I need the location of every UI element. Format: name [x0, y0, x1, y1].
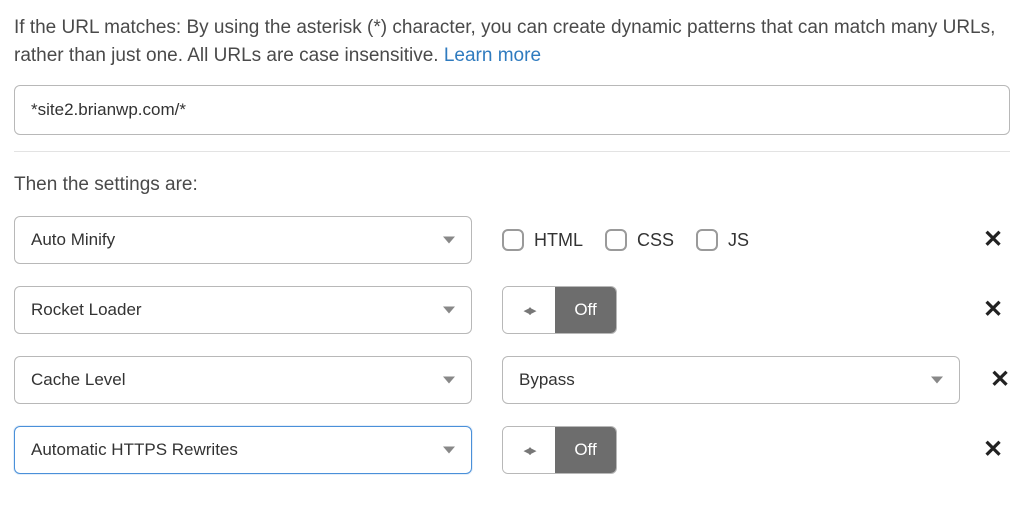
caret-down-icon	[443, 447, 455, 454]
checkbox-label: JS	[728, 230, 749, 251]
remove-setting-icon[interactable]: ✕	[983, 438, 1003, 462]
value-select-label: Bypass	[519, 370, 575, 389]
toggle-auto-https-rewrites[interactable]: ◂▸ Off	[502, 426, 617, 474]
setting-select-label: Auto Minify	[31, 230, 115, 249]
toggle-state-label: Off	[555, 427, 616, 473]
setting-select-label: Rocket Loader	[31, 300, 142, 319]
setting-row: Auto Minify HTML CSS JS ✕	[14, 216, 1010, 264]
caret-down-icon	[443, 237, 455, 244]
setting-select-label: Automatic HTTPS Rewrites	[31, 440, 238, 459]
remove-setting-icon[interactable]: ✕	[983, 228, 1003, 252]
checkbox-box-icon	[696, 229, 718, 251]
setting-select-rocket-loader[interactable]: Rocket Loader	[14, 286, 472, 334]
setting-select-label: Cache Level	[31, 370, 126, 389]
toggle-arrows-icon: ◂▸	[523, 441, 534, 459]
remove-setting-icon[interactable]: ✕	[983, 298, 1003, 322]
checkbox-box-icon	[605, 229, 627, 251]
checkbox-js[interactable]: JS	[696, 229, 749, 251]
toggle-rocket-loader[interactable]: ◂▸ Off	[502, 286, 617, 334]
minify-checkboxes: HTML CSS JS	[502, 229, 749, 251]
remove-setting-icon[interactable]: ✕	[990, 368, 1010, 392]
caret-down-icon	[443, 307, 455, 314]
setting-select-auto-https-rewrites[interactable]: Automatic HTTPS Rewrites	[14, 426, 472, 474]
checkbox-box-icon	[502, 229, 524, 251]
divider	[14, 151, 1010, 152]
learn-more-link[interactable]: Learn more	[444, 45, 541, 66]
setting-row: Cache Level Bypass ✕	[14, 356, 1010, 404]
value-select-cache-level[interactable]: Bypass	[502, 356, 960, 404]
setting-row: Automatic HTTPS Rewrites ◂▸ Off ✕	[14, 426, 1010, 474]
checkbox-html[interactable]: HTML	[502, 229, 583, 251]
caret-down-icon	[443, 377, 455, 384]
url-pattern-input[interactable]	[14, 85, 1010, 135]
toggle-arrows-icon: ◂▸	[523, 301, 534, 319]
setting-row: Rocket Loader ◂▸ Off ✕	[14, 286, 1010, 334]
setting-select-auto-minify[interactable]: Auto Minify	[14, 216, 472, 264]
toggle-handle: ◂▸	[503, 427, 555, 473]
toggle-state-label: Off	[555, 287, 616, 333]
checkbox-label: HTML	[534, 230, 583, 251]
checkbox-label: CSS	[637, 230, 674, 251]
then-settings-label: Then the settings are:	[14, 174, 1010, 196]
toggle-handle: ◂▸	[503, 287, 555, 333]
setting-select-cache-level[interactable]: Cache Level	[14, 356, 472, 404]
checkbox-css[interactable]: CSS	[605, 229, 674, 251]
caret-down-icon	[931, 377, 943, 384]
url-match-description: If the URL matches: By using the asteris…	[14, 14, 1010, 69]
